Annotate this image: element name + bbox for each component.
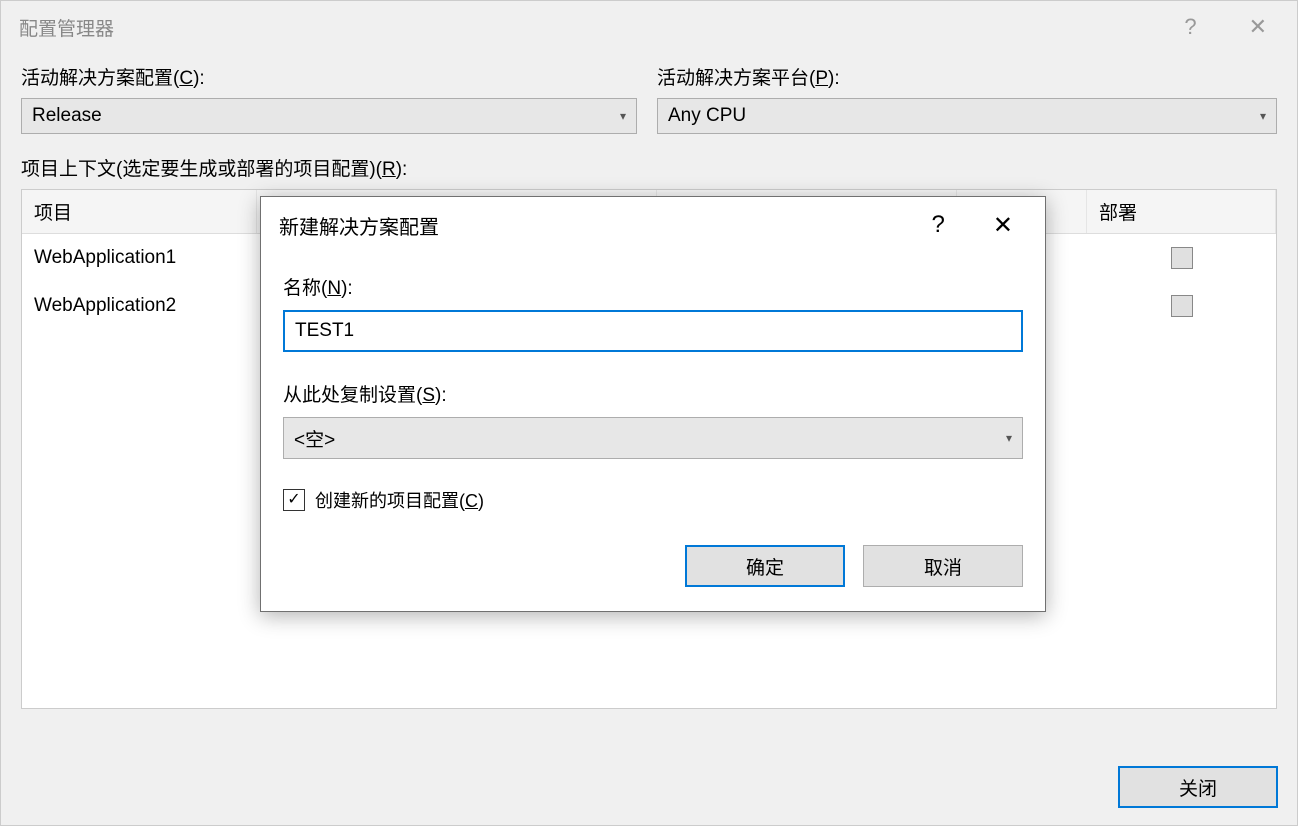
create-project-config-label: 创建新的项目配置(C) bbox=[315, 487, 484, 513]
create-project-config-row[interactable]: ✓ 创建新的项目配置(C) bbox=[283, 487, 1023, 513]
solution-platform-label: 活动解决方案平台(P): bbox=[657, 63, 1277, 90]
checkmark-icon: ✓ bbox=[287, 492, 300, 508]
help-icon[interactable]: ? bbox=[1172, 10, 1208, 44]
copy-from-value: <空> bbox=[294, 425, 1006, 452]
solution-platform-group: 活动解决方案平台(P): Any CPU ▾ bbox=[657, 63, 1277, 134]
deploy-cell bbox=[1087, 247, 1276, 269]
deploy-cell bbox=[1087, 295, 1276, 317]
top-row: 活动解决方案配置(C): Release ▾ 活动解决方案平台(P): Any … bbox=[21, 63, 1277, 134]
name-input[interactable] bbox=[283, 310, 1023, 352]
modal-title-actions: ? ✕ bbox=[918, 207, 1027, 244]
chevron-down-icon: ▾ bbox=[620, 109, 626, 123]
chevron-down-icon: ▾ bbox=[1006, 431, 1012, 445]
header-project[interactable]: 项目 bbox=[22, 190, 257, 233]
header-deploy[interactable]: 部署 bbox=[1087, 190, 1276, 233]
footer: 关闭 bbox=[1118, 766, 1278, 808]
solution-config-value: Release bbox=[32, 105, 620, 127]
ok-button[interactable]: 确定 bbox=[685, 545, 845, 587]
name-label: 名称(N): bbox=[283, 273, 1023, 300]
solution-config-label: 活动解决方案配置(C): bbox=[21, 63, 637, 90]
copy-from-combo[interactable]: <空> ▾ bbox=[283, 417, 1023, 459]
titlebar-actions: ? ✕ bbox=[1172, 10, 1279, 44]
project-cell: WebApplication1 bbox=[22, 239, 257, 277]
chevron-down-icon: ▾ bbox=[1260, 109, 1266, 123]
titlebar: 配置管理器 ? ✕ bbox=[1, 1, 1297, 53]
close-icon[interactable]: ✕ bbox=[979, 207, 1027, 244]
project-context-label: 项目上下文(选定要生成或部署的项目配置)(R): bbox=[21, 154, 1277, 181]
close-button[interactable]: 关闭 bbox=[1118, 766, 1278, 808]
deploy-checkbox[interactable] bbox=[1171, 295, 1193, 317]
modal-title: 新建解决方案配置 bbox=[279, 211, 918, 240]
cancel-button[interactable]: 取消 bbox=[863, 545, 1023, 587]
close-icon[interactable]: ✕ bbox=[1237, 10, 1279, 44]
deploy-checkbox[interactable] bbox=[1171, 247, 1193, 269]
help-icon[interactable]: ? bbox=[918, 207, 959, 243]
solution-config-combo[interactable]: Release ▾ bbox=[21, 98, 637, 134]
solution-config-group: 活动解决方案配置(C): Release ▾ bbox=[21, 63, 637, 134]
solution-platform-value: Any CPU bbox=[668, 105, 1260, 127]
modal-body: 名称(N): 从此处复制设置(S): <空> ▾ ✓ 创建新的项目配置(C) 确… bbox=[261, 253, 1045, 611]
project-cell: WebApplication2 bbox=[22, 287, 257, 325]
create-project-config-checkbox[interactable]: ✓ bbox=[283, 489, 305, 511]
modal-footer: 确定 取消 bbox=[283, 545, 1023, 587]
new-solution-config-dialog: 新建解决方案配置 ? ✕ 名称(N): 从此处复制设置(S): <空> ▾ ✓ … bbox=[260, 196, 1046, 612]
copy-from-label: 从此处复制设置(S): bbox=[283, 380, 1023, 407]
modal-titlebar: 新建解决方案配置 ? ✕ bbox=[261, 197, 1045, 253]
solution-platform-combo[interactable]: Any CPU ▾ bbox=[657, 98, 1277, 134]
window-title: 配置管理器 bbox=[19, 14, 1172, 41]
